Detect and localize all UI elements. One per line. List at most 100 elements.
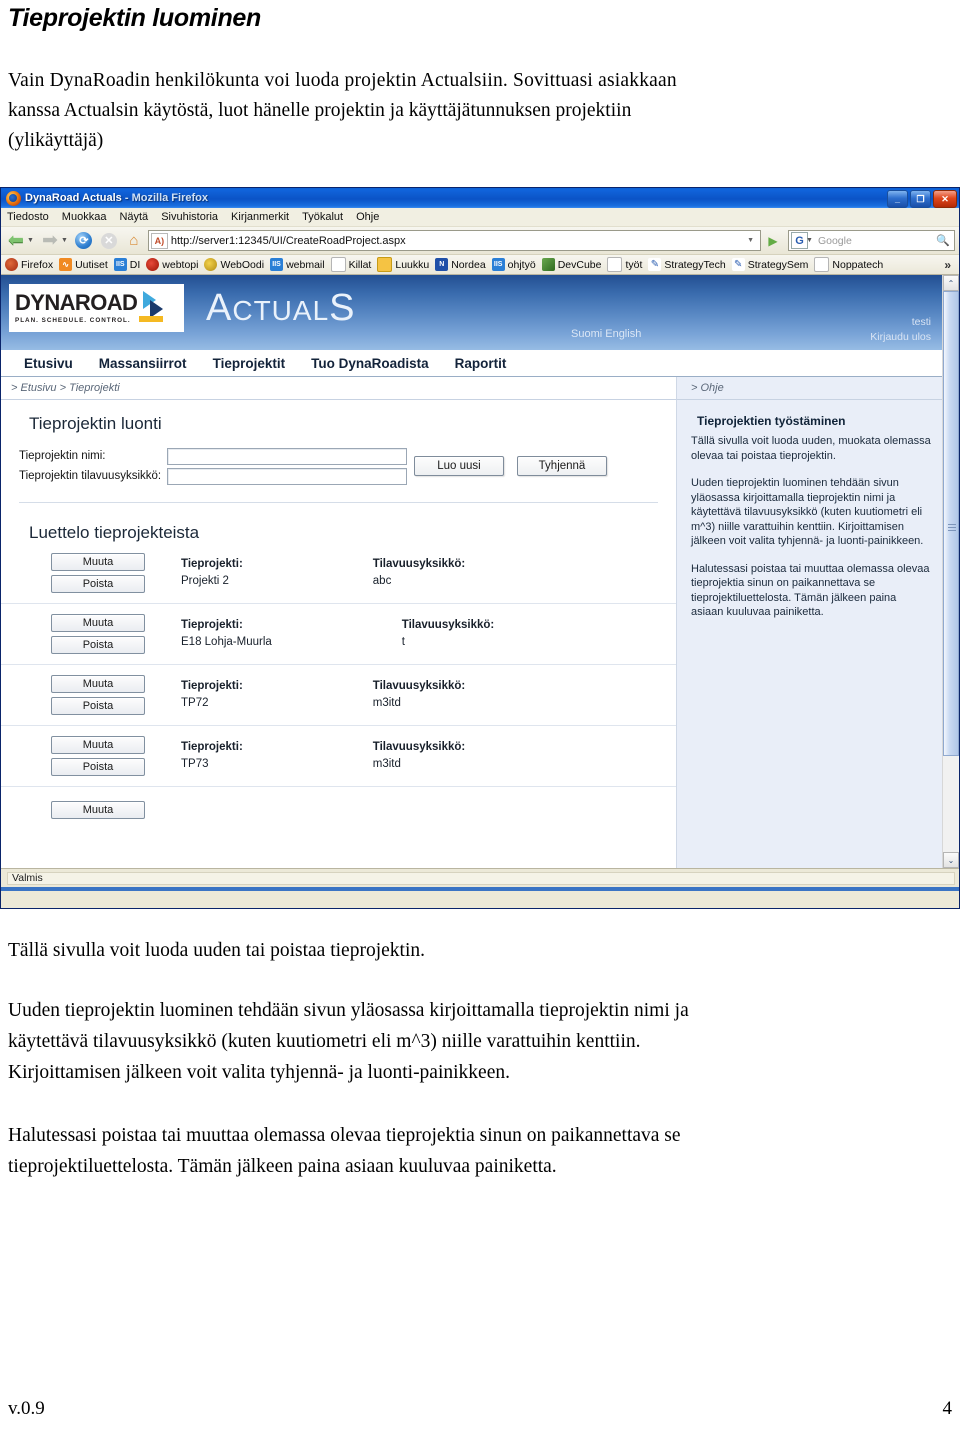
tab-massansiirrot[interactable]: Massansiirrot <box>86 356 200 371</box>
url-input[interactable]: http://server1:12345/UI/CreateRoadProjec… <box>171 235 743 247</box>
create-new-button[interactable]: Luo uusi <box>414 456 504 476</box>
logo-tagline: PLAN. SCHEDULE. CONTROL. <box>15 317 131 324</box>
close-button[interactable]: ✕ <box>933 190 957 208</box>
unit-value: m3itd <box>372 697 401 709</box>
project-header: Tieprojekti: <box>181 741 243 753</box>
unit-value: abc <box>372 575 392 587</box>
edit-button[interactable]: Muuta <box>51 736 145 754</box>
back-dropdown-icon[interactable]: ▼ <box>27 237 34 244</box>
project-header: Tieprojekti: <box>181 680 243 692</box>
stop-icon[interactable]: ✕ <box>98 230 120 252</box>
go-button[interactable]: ▶ <box>764 231 782 250</box>
firefox-icon <box>5 258 18 271</box>
url-dropdown-icon[interactable]: ▼ <box>743 237 758 244</box>
menu-item-tiedosto[interactable]: Tiedosto <box>7 211 49 223</box>
menu-item-sivuhistoria[interactable]: Sivuhistoria <box>161 211 218 223</box>
help-paragraph-2: Uuden tieprojektin luominen tehdään sivu… <box>691 477 924 547</box>
search-icon[interactable]: 🔍 <box>936 234 954 247</box>
tab-raportit[interactable]: Raportit <box>442 356 520 371</box>
language-switcher[interactable]: Suomi English <box>571 328 641 340</box>
bookmark-label: webtopi <box>162 258 199 271</box>
body-p1-line-1: Tällä sivulla voit luoda uuden tai poist… <box>8 940 425 961</box>
search-engine-dropdown-icon[interactable]: ▼ <box>806 237 813 244</box>
clear-button[interactable]: Tyhjennä <box>517 456 607 476</box>
dynaroad-logo[interactable]: DYNAROAD PLAN. SCHEDULE. CONTROL. <box>9 284 184 332</box>
url-bar[interactable]: A) http://server1:12345/UI/CreateRoadPro… <box>147 230 761 251</box>
scroll-down-button[interactable]: ⌄ <box>943 852 959 868</box>
logo-wordmark: DYNAROAD <box>15 290 138 315</box>
tab-tuo-dynaroadista[interactable]: Tuo DynaRoadista <box>298 356 442 371</box>
product-name: ACTUALS <box>206 287 356 330</box>
bookmark-noppatech[interactable]: Noppatech <box>812 257 887 272</box>
edit-button[interactable]: Muuta <box>51 801 145 819</box>
bookmark-di[interactable]: IIS DI <box>112 258 145 271</box>
devcube-icon <box>541 258 555 271</box>
bookmark-uutiset[interactable]: ∿ Uutiset <box>57 258 112 271</box>
delete-button[interactable]: Poista <box>51 575 145 593</box>
product-end: S <box>329 287 356 329</box>
bookmark-label: Firefox <box>21 258 54 271</box>
version-label: v.0.9 <box>8 1398 45 1419</box>
bookmark-strategysem[interactable]: ✎ StrategySem <box>730 258 813 271</box>
help-breadcrumb[interactable]: > Ohje <box>677 382 724 394</box>
delete-button[interactable]: Poista <box>51 697 145 715</box>
page-scrollbar[interactable]: ⌃ ⌄ <box>942 275 959 868</box>
tab-tieprojektit[interactable]: Tieprojektit <box>200 356 299 371</box>
forward-arrow-icon[interactable]: ➡ <box>39 230 61 252</box>
tab-etusivu[interactable]: Etusivu <box>11 356 86 371</box>
home-icon[interactable]: ⌂ <box>123 230 145 252</box>
bookmark-luukku[interactable]: Luukku <box>375 257 433 272</box>
edit-button[interactable]: Muuta <box>51 614 145 632</box>
search-bar[interactable]: G ▼ Google 🔍 <box>788 230 955 251</box>
unit-header: Tilavuusyksikkö: <box>372 741 466 753</box>
row-project-cell: Tieprojekti: TP72 <box>181 678 243 712</box>
maximize-button[interactable]: ❐ <box>910 190 931 208</box>
bookmark-webtopi[interactable]: webtopi <box>144 258 202 271</box>
menu-item-nayta[interactable]: Näytä <box>119 211 148 223</box>
volume-unit-label: Tieprojektin tilavuusyksikkö: <box>19 470 162 482</box>
bookmark-tyot[interactable]: työt <box>605 257 646 272</box>
row-project-cell: Tieprojekti: TP73 <box>181 739 243 773</box>
bookmark-weboodi[interactable]: WebOodi <box>202 258 268 271</box>
bookmark-label: työt <box>625 258 643 271</box>
bookmarks-overflow-icon[interactable]: » <box>944 258 957 272</box>
reload-icon[interactable]: ⟳ <box>73 230 95 252</box>
search-input[interactable]: Google <box>815 235 936 247</box>
bookmark-ohjtyo[interactable]: IIS ohjtyö <box>490 258 540 271</box>
intro-line-1: Vain DynaRoadin henkilökunta voi luoda p… <box>8 70 677 91</box>
back-arrow-icon[interactable]: ⬅ <box>5 230 27 252</box>
logout-link[interactable]: Kirjaudu ulos <box>870 330 931 345</box>
bookmark-label: StrategyTech <box>664 258 726 271</box>
menu-item-tyokalut[interactable]: Työkalut <box>302 211 343 223</box>
menu-item-ohje[interactable]: Ohje <box>356 211 379 223</box>
bookmark-webmail[interactable]: IIS webmail <box>268 258 329 271</box>
bookmark-strategytech[interactable]: ✎ StrategyTech <box>646 258 729 271</box>
project-name-input[interactable] <box>167 447 407 465</box>
project-value: E18 Lohja-Muurla <box>181 636 272 648</box>
scrollbar-thumb[interactable] <box>943 291 959 756</box>
minimize-button[interactable]: _ <box>887 190 908 208</box>
body-p3-line-2: tieprojektiluettelosta. Tämän jälkeen pa… <box>8 1156 557 1177</box>
edit-button[interactable]: Muuta <box>51 553 145 571</box>
forward-dropdown-icon[interactable]: ▼ <box>61 237 68 244</box>
scroll-up-button[interactable]: ⌃ <box>943 275 959 291</box>
delete-button[interactable]: Poista <box>51 758 145 776</box>
body-p2-line-3: Kirjoittamisen jälkeen voit valita tyhje… <box>8 1062 510 1083</box>
menu-item-kirjanmerkit[interactable]: Kirjanmerkit <box>231 211 289 223</box>
scrollbar-grip-icon <box>948 524 956 531</box>
volume-unit-input[interactable] <box>167 467 407 485</box>
bookmark-killat[interactable]: Killat <box>329 257 376 272</box>
row-unit-cell: Tilavuusyksikkö: abc <box>373 556 465 590</box>
window-controls: _ ❐ ✕ <box>887 190 957 208</box>
breadcrumb[interactable]: > Etusivu > Tieprojekti <box>1 382 120 394</box>
menu-item-muokkaa[interactable]: Muokkaa <box>62 211 107 223</box>
bookmark-firefox[interactable]: Firefox <box>3 258 57 271</box>
delete-button[interactable]: Poista <box>51 636 145 654</box>
body-paragraph-1: Tällä sivulla voit luoda uuden tai poist… <box>8 935 952 966</box>
bookmark-devcube[interactable]: DevCube <box>540 258 606 271</box>
help-paragraph-3: Halutessasi poistaa tai muuttaa olemassa… <box>691 562 930 619</box>
firefox-logo-icon <box>6 190 21 206</box>
edit-button[interactable]: Muuta <box>51 675 145 693</box>
site-favicon-icon: A) <box>150 232 168 249</box>
bookmark-nordea[interactable]: N Nordea <box>433 258 489 271</box>
